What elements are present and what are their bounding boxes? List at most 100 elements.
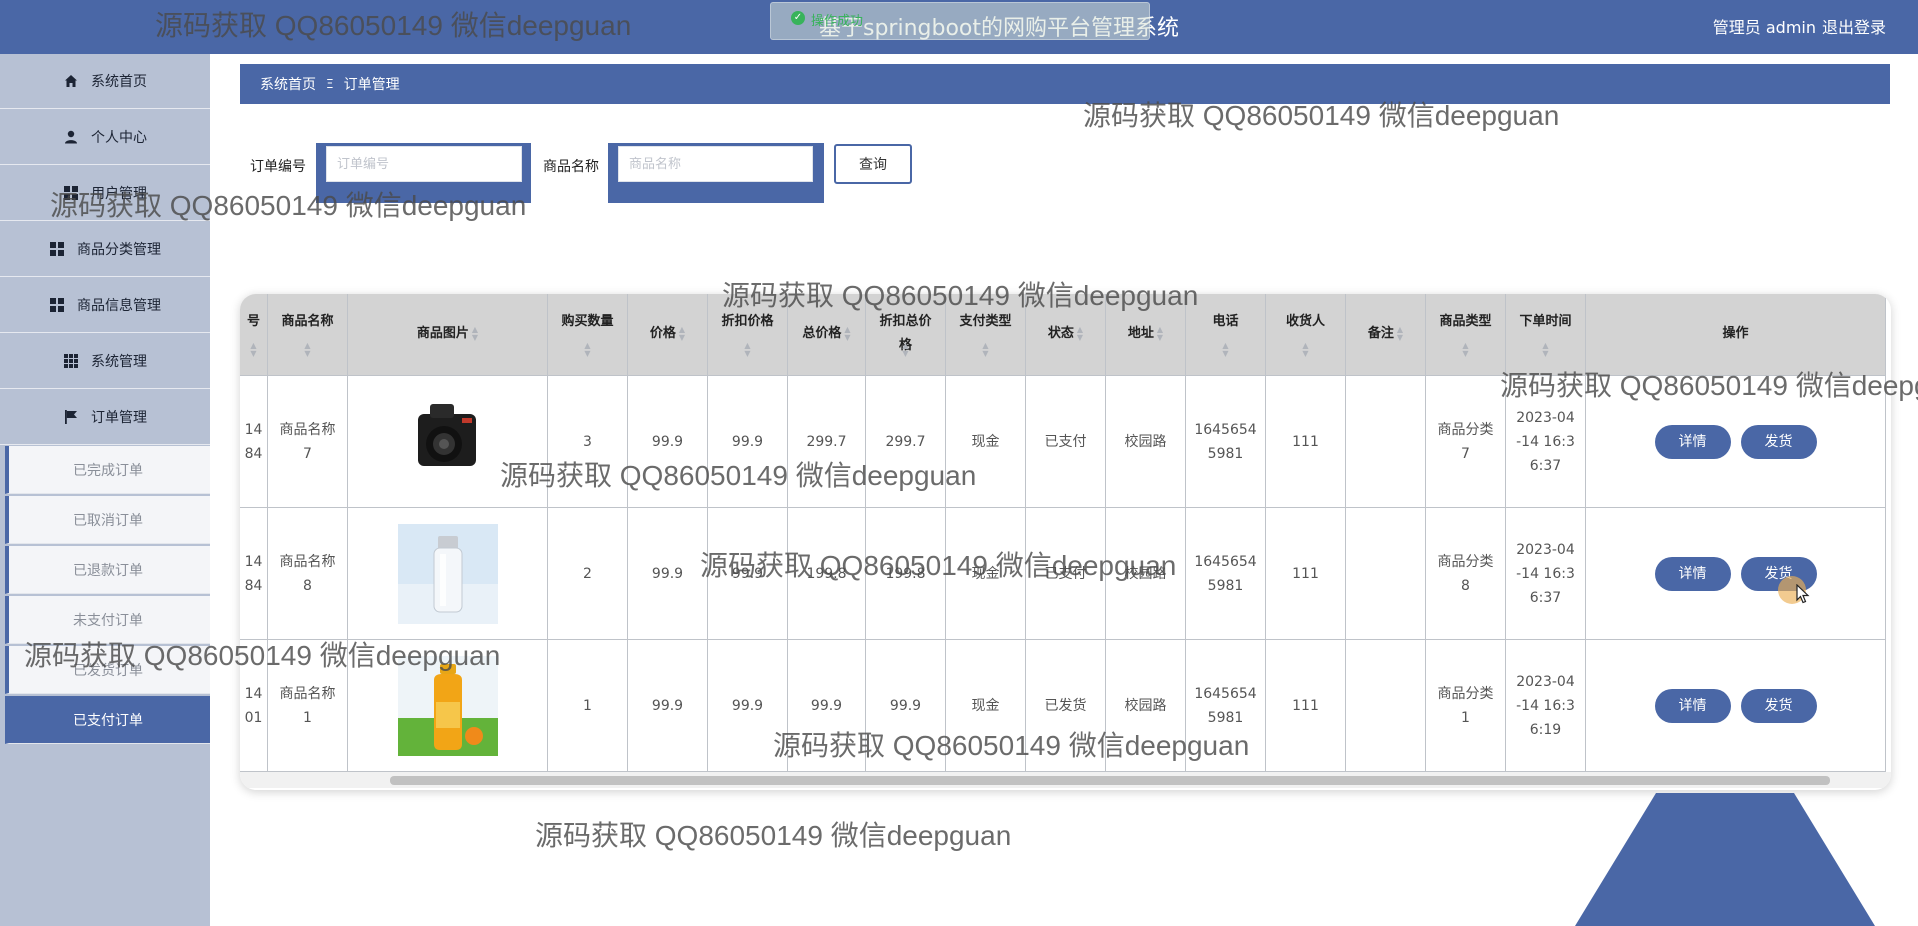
table-cell-pay-type: 现金 <box>946 376 1026 508</box>
product-name-input[interactable] <box>618 146 813 182</box>
column-header-discount-total[interactable]: 折扣总价格 ▲ ▼ <box>866 294 946 376</box>
top-bar: 基于springboot的网购平台管理系统 ✓ 操作成功 管理员 admin 退… <box>0 0 1918 54</box>
home-icon <box>63 73 79 89</box>
sidebar-item-system[interactable]: 系统管理 <box>0 334 210 389</box>
table-cell-status: 已发货 <box>1026 640 1106 772</box>
ship-button[interactable]: 发货 <box>1740 424 1817 459</box>
column-header-receiver[interactable]: 收货人 ▲ ▼ <box>1266 294 1346 376</box>
detail-button[interactable]: 详情 <box>1654 424 1731 459</box>
scrollbar-thumb[interactable] <box>390 776 1830 785</box>
column-header-label: 价格 ▲ ▼ <box>649 324 686 342</box>
sidebar-item-category[interactable]: 商品分类管理 <box>0 222 210 277</box>
watermark: 源码获取 QQ86050149 微信deepguan <box>535 820 1012 851</box>
sort-caret-icon[interactable]: ▲ ▼ <box>744 342 750 358</box>
sidebar-item-products[interactable]: 商品信息管理 <box>0 278 210 333</box>
column-header-discount-price[interactable]: 折扣价格 ▲ ▼ <box>708 294 788 376</box>
column-header-label: 状态 ▲ ▼ <box>1047 324 1084 342</box>
table-cell-total: 99.9 <box>788 640 866 772</box>
sort-caret-icon[interactable]: ▲ ▼ <box>250 342 256 358</box>
sort-caret-icon[interactable]: ▲ ▼ <box>1077 325 1083 342</box>
product-image <box>397 655 498 756</box>
breadcrumb: 系统首页 Ξ 订单管理 <box>240 64 1890 104</box>
column-header-label: 支付类型 <box>959 314 1012 329</box>
sidebar-item-profile[interactable]: 个人中心 <box>0 110 210 165</box>
sort-caret-icon[interactable]: ▲ ▼ <box>472 325 478 342</box>
sort-caret-icon[interactable]: ▲ ▼ <box>1397 325 1403 342</box>
column-header-status[interactable]: 状态 ▲ ▼ <box>1026 294 1106 376</box>
table-cell-status: 已支付 <box>1026 508 1106 640</box>
sidebar-subitem-unpaid[interactable]: 未支付订单 <box>5 596 210 644</box>
sidebar-item-label: 用户管理 <box>91 186 147 202</box>
sidebar-subitem-cancelled[interactable]: 已取消订单 <box>5 496 210 544</box>
table-cell-actions: 详情 发货 <box>1586 508 1886 640</box>
sort-caret-icon[interactable]: ▲ ▼ <box>844 325 850 342</box>
column-header-order-time[interactable]: 下单时间 ▲ ▼ <box>1506 294 1586 376</box>
column-header-label: 购买数量 <box>561 314 614 329</box>
column-header-total[interactable]: 总价格 ▲ ▼ <box>788 294 866 376</box>
table-cell-status: 已支付 <box>1026 376 1106 508</box>
breadcrumb-home[interactable]: 系统首页 <box>260 74 316 94</box>
table-cell-order-no: 14 84 <box>240 508 268 640</box>
table-cell-qty: 1 <box>548 640 628 772</box>
column-header-name[interactable]: 商品名称 ▲ ▼ <box>268 294 348 376</box>
sort-caret-icon[interactable]: ▲ ▼ <box>1462 342 1468 358</box>
query-button[interactable]: 查询 <box>834 144 912 184</box>
table-cell-qty: 3 <box>548 376 628 508</box>
sort-caret-icon[interactable]: ▲ ▼ <box>584 342 590 358</box>
sidebar-subitem-paid[interactable]: 已支付订单 <box>5 696 210 744</box>
order-no-field-wrap <box>316 143 531 203</box>
column-header-category[interactable]: 商品类型 ▲ ▼ <box>1426 294 1506 376</box>
table-cell-category: 商品分类 1 <box>1426 640 1506 772</box>
column-header-phone[interactable]: 电话 ▲ ▼ <box>1186 294 1266 376</box>
sort-caret-icon[interactable]: ▲ ▼ <box>304 342 310 358</box>
table-cell-order-time: 2023-04 -14 16:3 6:37 <box>1506 376 1586 508</box>
column-header-image[interactable]: 商品图片 ▲ ▼ <box>348 294 548 376</box>
sort-caret-icon[interactable]: ▲ ▼ <box>982 342 988 358</box>
column-header-remark[interactable]: 备注 ▲ ▼ <box>1346 294 1426 376</box>
column-header-label: 收货人 <box>1285 314 1325 329</box>
table-cell-actions: 详情 发货 <box>1586 640 1886 772</box>
sidebar-subitem-completed[interactable]: 已完成订单 <box>5 446 210 494</box>
sort-caret-icon[interactable]: ▲ ▼ <box>1157 325 1163 342</box>
column-header-qty[interactable]: 购买数量 ▲ ▼ <box>548 294 628 376</box>
table-cell-remark <box>1346 508 1426 640</box>
sidebar-subitem-shipped[interactable]: 已发货订单 <box>5 646 210 694</box>
table-cell-phone: 1645654 5981 <box>1186 640 1266 772</box>
column-header-pay-type[interactable]: 支付类型 ▲ ▼ <box>946 294 1026 376</box>
sort-caret-icon[interactable]: ▲ ▼ <box>1542 342 1548 358</box>
sidebar-item-label: 系统首页 <box>91 74 147 90</box>
sort-caret-icon[interactable]: ▲ ▼ <box>1222 342 1228 358</box>
column-header-order-no[interactable]: 号 ▲ ▼ <box>240 294 268 376</box>
table-cell-order-no: 14 01 <box>240 640 268 772</box>
mouse-pointer-icon <box>1796 584 1810 604</box>
column-header-price[interactable]: 价格 ▲ ▼ <box>628 294 708 376</box>
table-cell-address: 校园路 <box>1106 640 1186 772</box>
sort-caret-icon[interactable]: ▲ ▼ <box>902 342 908 358</box>
sidebar-subitem-refunded[interactable]: 已退款订单 <box>5 546 210 594</box>
table-cell-receiver: 111 <box>1266 376 1346 508</box>
detail-button[interactable]: 详情 <box>1654 556 1731 591</box>
table-cell-discount-total: 99.9 <box>866 640 946 772</box>
sidebar-item-users[interactable]: 用户管理 <box>0 166 210 221</box>
logout-link[interactable]: 退出登录 <box>1822 14 1886 38</box>
horizontal-scrollbar[interactable] <box>240 772 1891 788</box>
column-header-label: 电话 <box>1212 314 1239 329</box>
table-cell-discount-price: 99.9 <box>708 640 788 772</box>
apps-icon <box>63 353 79 369</box>
orders-table: 号 ▲ ▼ 14 84 14 84 14 01 商品名称 ▲ ▼ 商品名称 7 商品名称 8 商品名称 1 商品图片… <box>240 294 1891 790</box>
admin-user-label: 管理员 admin <box>1712 18 1816 37</box>
column-header-actions[interactable]: 操作 <box>1586 294 1886 376</box>
sidebar-item-home[interactable]: 系统首页 <box>0 54 210 109</box>
detail-button[interactable]: 详情 <box>1654 688 1731 723</box>
flag-icon <box>63 409 79 425</box>
table-cell-price: 99.9 <box>628 376 708 508</box>
grid-icon <box>63 185 79 201</box>
ship-button[interactable]: 发货 <box>1740 688 1817 723</box>
sort-caret-icon[interactable]: ▲ ▼ <box>1302 342 1308 358</box>
column-header-address[interactable]: 地址 ▲ ▼ <box>1106 294 1186 376</box>
sort-caret-icon[interactable]: ▲ ▼ <box>679 325 685 342</box>
product-name-label: 商品名称 <box>543 159 599 175</box>
order-no-input[interactable] <box>326 146 522 182</box>
sidebar-item-label: 系统管理 <box>91 354 147 370</box>
sidebar-item-orders[interactable]: 订单管理 <box>0 390 210 445</box>
